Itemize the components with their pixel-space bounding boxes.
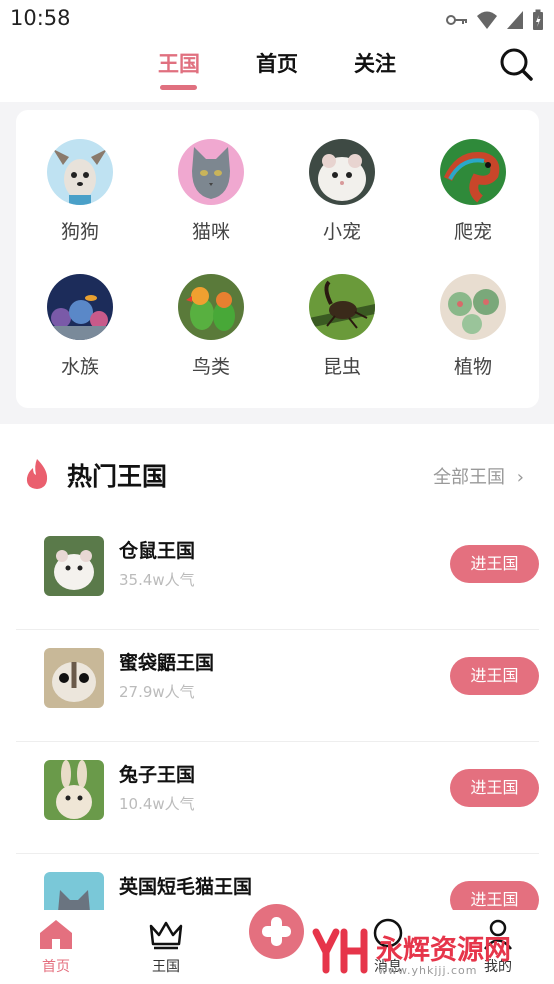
category-label: 昆虫 <box>322 356 361 378</box>
enter-kingdom-button[interactable]: 进王国 <box>450 545 539 583</box>
chevron-right-icon: › <box>516 467 524 488</box>
kingdom-name: 仓鼠王国 <box>119 540 196 562</box>
watermark: 永辉资源网 www.yhkjjj.com <box>310 920 550 980</box>
status-bar: 10:58 <box>0 0 554 38</box>
wifi-icon <box>477 11 497 29</box>
insect-avatar <box>309 274 375 340</box>
tab-kingdom[interactable]: 王国 <box>158 48 200 78</box>
category-small-pets[interactable]: 小宠 <box>292 139 392 244</box>
kingdom-popularity: 27.9w人气 <box>119 683 195 701</box>
hamster-thumbnail <box>44 536 104 596</box>
kingdom-name: 兔子王国 <box>119 764 196 786</box>
cat-avatar <box>178 139 244 205</box>
nav-home[interactable]: 首页 <box>16 918 96 976</box>
category-grid: 狗狗 猫咪 小宠 爬宠 水族 鸟类 昆虫 植物 <box>16 110 539 408</box>
tab-home[interactable]: 首页 <box>256 48 298 78</box>
enter-kingdom-button[interactable]: 进王国 <box>450 657 539 695</box>
category-dogs[interactable]: 狗狗 <box>30 139 130 244</box>
category-label: 猫咪 <box>191 221 230 243</box>
aquatic-avatar <box>47 274 113 340</box>
kingdom-popularity: 35.4w人气 <box>119 571 195 589</box>
kingdom-name: 英国短毛猫王国 <box>119 876 253 898</box>
bottom-nav: 首页 王国 消息 我的 永辉资源网 www.yhkjjj.com <box>0 904 554 984</box>
watermark-url: www.yhkjjj.com <box>378 964 478 977</box>
category-label: 小宠 <box>322 221 361 243</box>
reptile-avatar <box>440 139 506 205</box>
home-icon <box>40 920 72 949</box>
nav-kingdom[interactable]: 王国 <box>126 918 206 976</box>
category-label: 鸟类 <box>191 356 230 378</box>
active-tab-indicator <box>160 85 197 90</box>
nav-label: 王国 <box>152 959 180 975</box>
key-icon <box>446 15 467 25</box>
crown-icon <box>149 921 183 950</box>
tab-follow[interactable]: 关注 <box>354 48 396 78</box>
category-insects[interactable]: 昆虫 <box>292 274 392 379</box>
status-time: 10:58 <box>10 6 71 30</box>
top-tabs: 王国 首页 关注 <box>0 38 554 102</box>
fire-icon <box>26 459 48 489</box>
category-birds[interactable]: 鸟类 <box>161 274 261 379</box>
category-label: 爬宠 <box>453 221 492 243</box>
small-pet-avatar <box>309 139 375 205</box>
section-header: 热门王国 全部王国 › <box>0 454 554 494</box>
category-label: 狗狗 <box>60 221 99 243</box>
list-item[interactable]: 蜜袋鼯王国 27.9w人气 进王国 <box>16 630 539 742</box>
category-aquatic[interactable]: 水族 <box>30 274 130 379</box>
watermark-logo-icon <box>312 928 368 974</box>
list-item[interactable]: 兔子王国 10.4w人气 进王国 <box>16 742 539 854</box>
dog-avatar <box>47 139 113 205</box>
plus-icon <box>262 917 291 946</box>
category-label: 植物 <box>453 356 492 378</box>
battery-icon <box>533 9 543 30</box>
all-kingdoms-label: 全部王国 <box>433 467 506 488</box>
section-title: 热门王国 <box>67 462 168 491</box>
status-icons <box>446 9 544 31</box>
watermark-text: 永辉资源网 <box>376 935 511 966</box>
all-kingdoms-link[interactable]: 全部王国 › <box>433 463 524 489</box>
search-icon[interactable] <box>498 46 534 82</box>
category-label: 水族 <box>60 356 99 378</box>
enter-kingdom-button[interactable]: 进王国 <box>450 769 539 807</box>
kingdom-popularity: 10.4w人气 <box>119 795 195 813</box>
signal-icon <box>507 11 523 29</box>
publish-button[interactable] <box>249 904 304 959</box>
sugar-glider-thumbnail <box>44 648 104 708</box>
plant-avatar <box>440 274 506 340</box>
list-item[interactable]: 仓鼠王国 35.4w人气 进王国 <box>16 518 539 630</box>
kingdom-name: 蜜袋鼯王国 <box>119 652 215 674</box>
rabbit-thumbnail <box>44 760 104 820</box>
category-plants[interactable]: 植物 <box>423 274 523 379</box>
category-reptiles[interactable]: 爬宠 <box>423 139 523 244</box>
nav-label: 首页 <box>42 959 70 975</box>
category-cats[interactable]: 猫咪 <box>161 139 261 244</box>
hot-kingdoms-section: 热门王国 全部王国 › 仓鼠王国 35.4w人气 进王国 蜜袋鼯王国 27.9w… <box>0 424 554 932</box>
bird-avatar <box>178 274 244 340</box>
